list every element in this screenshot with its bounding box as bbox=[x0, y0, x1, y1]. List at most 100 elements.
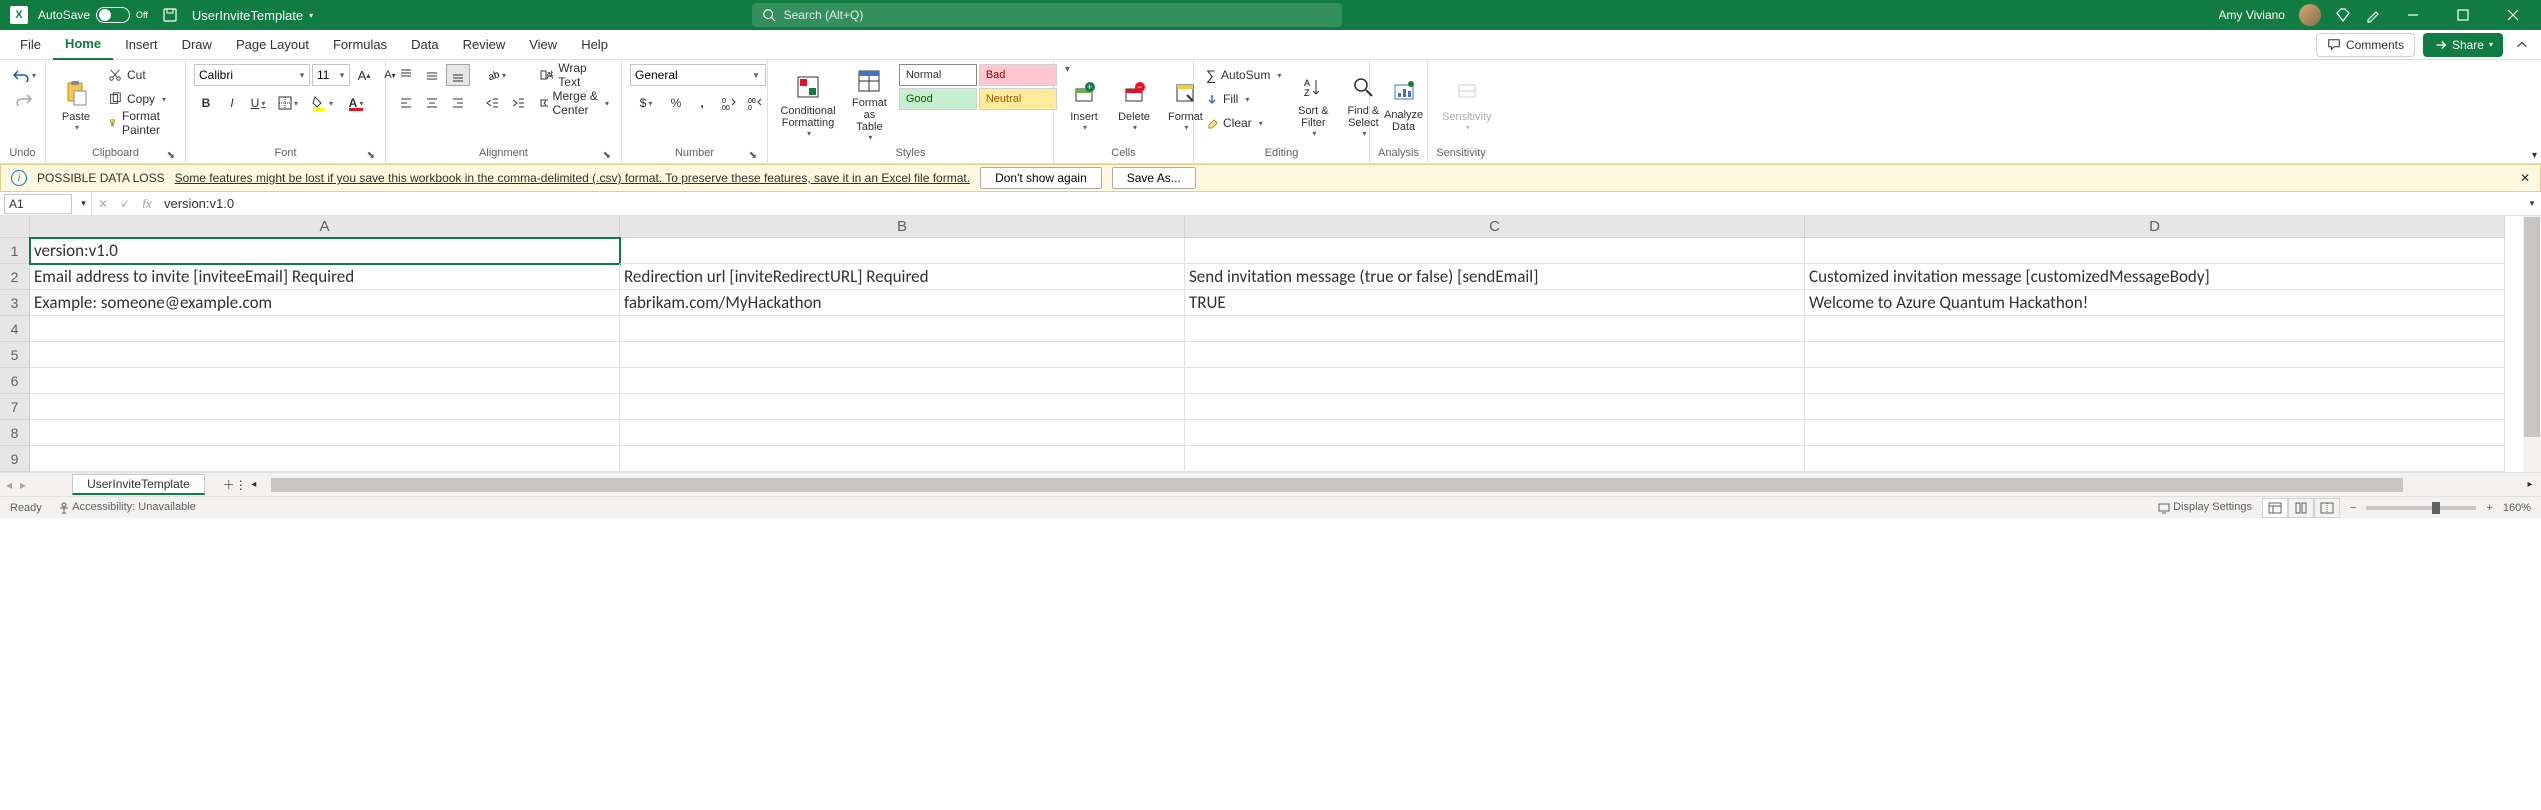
redo-button[interactable] bbox=[8, 88, 40, 110]
cell-C9[interactable] bbox=[1185, 446, 1805, 472]
cell-B3[interactable]: fabrikam.com/MyHackathon bbox=[620, 290, 1185, 316]
align-center-button[interactable] bbox=[420, 92, 444, 114]
row-header-1[interactable]: 1 bbox=[0, 238, 30, 264]
hscroll-right[interactable]: ▸ bbox=[2523, 479, 2537, 490]
row-header-6[interactable]: 6 bbox=[0, 368, 30, 394]
autosum-button[interactable]: ∑AutoSum▾ bbox=[1202, 64, 1285, 86]
align-right-button[interactable] bbox=[446, 92, 470, 114]
number-format-value[interactable] bbox=[631, 65, 749, 85]
sensitivity-button[interactable]: Sensitivity▾ bbox=[1436, 64, 1498, 144]
cell-C4[interactable] bbox=[1185, 316, 1805, 342]
zoom-slider[interactable] bbox=[2366, 506, 2476, 510]
dont-show-button[interactable]: Don't show again bbox=[980, 167, 1102, 189]
message-text[interactable]: Some features might be lost if you save … bbox=[175, 171, 970, 185]
zoom-level[interactable]: 160% bbox=[2503, 502, 2531, 514]
cell-D6[interactable] bbox=[1805, 368, 2505, 394]
view-normal-button[interactable] bbox=[2262, 498, 2288, 518]
format-as-table-button[interactable]: Format as Table▾ bbox=[846, 64, 893, 144]
font-size-combo[interactable]: ▾ bbox=[312, 64, 350, 86]
bold-button[interactable]: B bbox=[194, 92, 218, 114]
insert-cells-button[interactable]: +Insert▾ bbox=[1062, 64, 1106, 144]
sheet-split-handle[interactable]: ⋮ bbox=[235, 478, 243, 492]
user-name[interactable]: Amy Viviano bbox=[2219, 8, 2285, 22]
cell-A1[interactable]: version:v1.0 bbox=[30, 238, 620, 264]
cell-C8[interactable] bbox=[1185, 420, 1805, 446]
cell-C2[interactable]: Send invitation message (true or false) … bbox=[1185, 264, 1805, 290]
increase-decimal-button[interactable]: .0.00 bbox=[716, 92, 740, 114]
avatar[interactable] bbox=[2299, 4, 2321, 26]
fill-button[interactable]: Fill▾ bbox=[1202, 88, 1285, 110]
save-as-button[interactable]: Save As... bbox=[1112, 167, 1196, 189]
paste-button[interactable]: Paste ▾ bbox=[54, 64, 98, 144]
font-launcher[interactable]: ⬊ bbox=[367, 150, 375, 161]
chevron-down-icon[interactable]: ▾ bbox=[335, 70, 349, 81]
font-color-button[interactable]: A▾ bbox=[340, 92, 372, 114]
tab-insert[interactable]: Insert bbox=[113, 30, 170, 60]
autosave-toggle[interactable]: AutoSave Off bbox=[38, 7, 148, 23]
cell-B4[interactable] bbox=[620, 316, 1185, 342]
horizontal-scrollbar[interactable]: ◂ ▸ bbox=[243, 477, 2541, 493]
tab-help[interactable]: Help bbox=[569, 30, 620, 60]
align-left-button[interactable] bbox=[394, 92, 418, 114]
tab-data[interactable]: Data bbox=[399, 30, 450, 60]
cell-D3[interactable]: Welcome to Azure Quantum Hackathon! bbox=[1805, 290, 2505, 316]
increase-font-button[interactable]: A▴ bbox=[352, 64, 376, 86]
zoom-out-button[interactable]: − bbox=[2350, 502, 2356, 514]
sheet-nav-prev[interactable]: ◂ bbox=[6, 478, 12, 492]
cell-A5[interactable] bbox=[30, 342, 620, 368]
cell-A4[interactable] bbox=[30, 316, 620, 342]
display-settings[interactable]: Display Settings bbox=[2158, 501, 2252, 513]
cell-B2[interactable]: Redirection url [inviteRedirectURL] Requ… bbox=[620, 264, 1185, 290]
number-format-combo[interactable]: ▾ bbox=[630, 64, 766, 86]
style-normal[interactable]: Normal bbox=[899, 64, 977, 86]
close-button[interactable] bbox=[2495, 0, 2531, 30]
message-close-button[interactable]: ✕ bbox=[2520, 171, 2530, 185]
tab-review[interactable]: Review bbox=[451, 30, 518, 60]
cell-D1[interactable] bbox=[1805, 238, 2505, 264]
row-header-8[interactable]: 8 bbox=[0, 420, 30, 446]
cell-A3[interactable]: Example: someone@example.com bbox=[30, 290, 620, 316]
vertical-scrollbar[interactable] bbox=[2523, 216, 2541, 472]
increase-indent-button[interactable] bbox=[506, 92, 530, 114]
diamond-icon[interactable] bbox=[2335, 7, 2351, 23]
percent-button[interactable]: % bbox=[664, 92, 688, 114]
conditional-formatting-button[interactable]: Conditional Formatting▾ bbox=[776, 64, 840, 144]
cell-B8[interactable] bbox=[620, 420, 1185, 446]
cell-B6[interactable] bbox=[620, 368, 1185, 394]
select-all-corner[interactable] bbox=[0, 216, 30, 238]
tab-file[interactable]: File bbox=[8, 30, 53, 60]
decrease-indent-button[interactable] bbox=[480, 92, 504, 114]
cell-A6[interactable] bbox=[30, 368, 620, 394]
row-header-7[interactable]: 7 bbox=[0, 394, 30, 420]
currency-button[interactable]: $▾ bbox=[630, 92, 662, 114]
number-launcher[interactable]: ⬊ bbox=[749, 150, 757, 161]
cell-B9[interactable] bbox=[620, 446, 1185, 472]
maximize-button[interactable] bbox=[2445, 0, 2481, 30]
file-name-dropdown[interactable]: UserInviteTemplate ▾ bbox=[192, 8, 313, 23]
style-neutral[interactable]: Neutral bbox=[979, 88, 1057, 110]
tab-formulas[interactable]: Formulas bbox=[321, 30, 399, 60]
cell-D4[interactable] bbox=[1805, 316, 2505, 342]
column-header-C[interactable]: C bbox=[1185, 216, 1805, 238]
chevron-down-icon[interactable]: ▾ bbox=[295, 70, 309, 81]
ribbon-more-button[interactable]: ▾ bbox=[2532, 150, 2537, 161]
pen-icon[interactable] bbox=[2365, 7, 2381, 23]
align-bottom-button[interactable] bbox=[446, 64, 470, 86]
alignment-launcher[interactable]: ⬊ bbox=[603, 150, 611, 161]
italic-button[interactable]: I bbox=[220, 92, 244, 114]
status-accessibility[interactable]: Accessibility: Unavailable bbox=[58, 501, 196, 513]
cell-A7[interactable] bbox=[30, 394, 620, 420]
name-box-arrow[interactable]: ▾ bbox=[76, 192, 92, 216]
row-header-3[interactable]: 3 bbox=[0, 290, 30, 316]
tab-home[interactable]: Home bbox=[53, 30, 113, 60]
underline-button[interactable]: U▾ bbox=[246, 92, 270, 114]
hscroll-thumb[interactable] bbox=[271, 478, 2403, 492]
borders-button[interactable]: ▾ bbox=[272, 92, 304, 114]
cell-C1[interactable] bbox=[1185, 238, 1805, 264]
add-sheet-button[interactable]: ＋ bbox=[223, 476, 235, 493]
collapse-ribbon-button[interactable] bbox=[2511, 34, 2533, 56]
font-name-input[interactable] bbox=[195, 65, 295, 85]
cell-B5[interactable] bbox=[620, 342, 1185, 368]
cell-C5[interactable] bbox=[1185, 342, 1805, 368]
view-page-break-button[interactable] bbox=[2314, 498, 2340, 518]
